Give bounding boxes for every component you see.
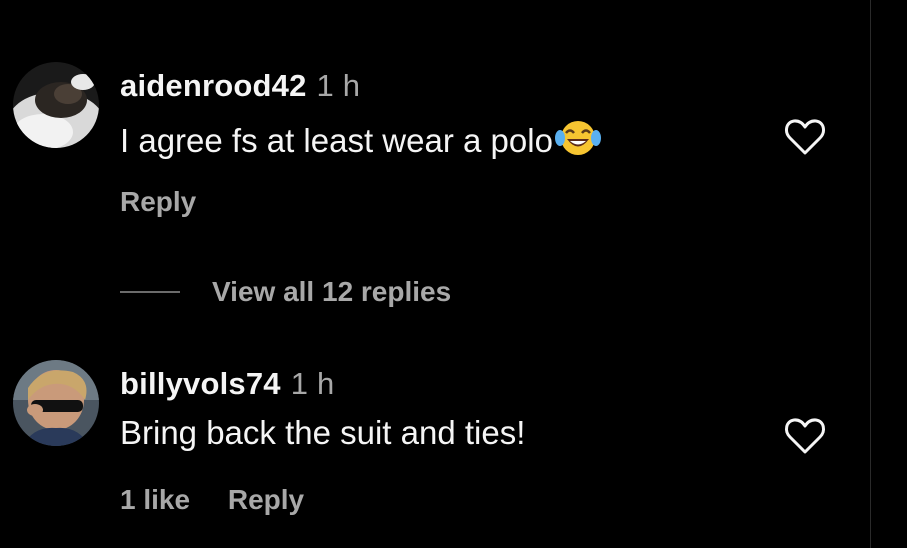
comment-timestamp: 1 h — [316, 68, 361, 103]
comment-text: I agree fs at least wear a polo — [120, 116, 601, 164]
comment-actions: Reply — [120, 186, 226, 218]
username-text[interactable]: aidenrood42 — [120, 68, 307, 103]
comment-actions: 1 like Reply — [120, 484, 334, 516]
laughing-emoji-icon — [554, 116, 601, 164]
comment-text: Bring back the suit and ties! — [120, 414, 525, 452]
view-replies-button[interactable]: View all 12 replies — [120, 272, 451, 312]
replies-line — [120, 291, 180, 293]
avatar[interactable] — [13, 360, 99, 446]
view-replies-label[interactable]: View all 12 replies — [212, 276, 451, 308]
avatar[interactable] — [13, 62, 99, 148]
comment-body: Bring back the suit and ties! — [120, 414, 526, 451]
reply-button[interactable]: Reply — [120, 186, 196, 217]
comment-body: I agree fs at least wear a polo — [120, 122, 553, 159]
panel-divider — [870, 0, 871, 548]
comment-username[interactable]: aidenrood42 1 h — [120, 68, 360, 104]
heart-outline-icon[interactable] — [783, 117, 827, 157]
reply-button[interactable]: Reply — [228, 484, 304, 515]
comment-timestamp: 1 h — [290, 366, 335, 401]
heart-outline-icon[interactable] — [783, 416, 827, 456]
username-text[interactable]: billyvols74 — [120, 366, 281, 401]
comment-username[interactable]: billyvols74 1 h — [120, 366, 334, 402]
like-count[interactable]: 1 like — [120, 484, 190, 515]
